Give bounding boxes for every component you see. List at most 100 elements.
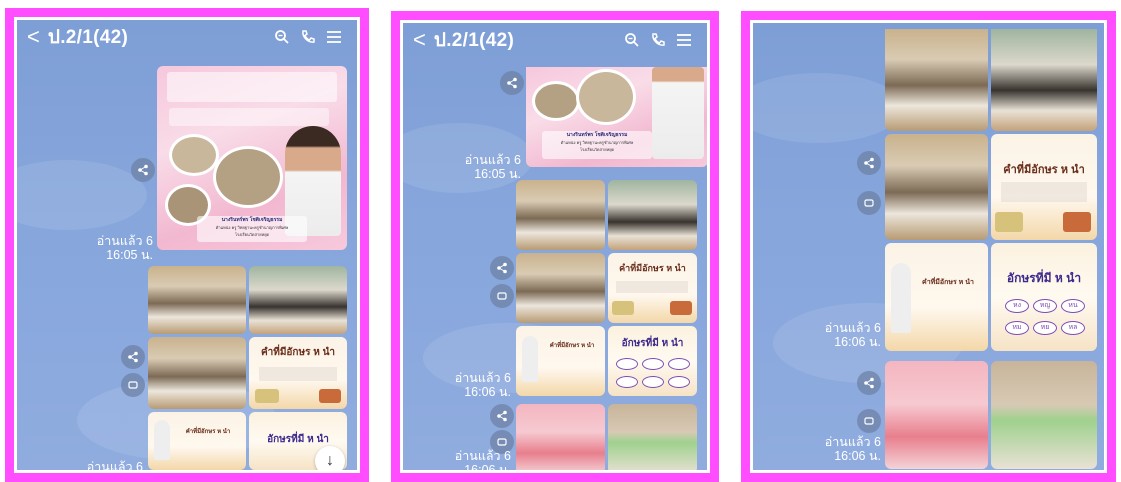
share-button[interactable] xyxy=(857,151,881,175)
chip-label: หม xyxy=(1012,324,1022,331)
phone-icon[interactable] xyxy=(645,27,671,53)
word-card-image[interactable]: คำที่มีอักษร ห นำ xyxy=(249,337,347,409)
photo-thumbnail[interactable] xyxy=(991,29,1097,131)
panel-1-border: < ป.2/1(42) นางรินทร์พร โชติเจริญธรรม ตำ… xyxy=(14,17,360,473)
letters-title: อักษรที่มี ห นำ xyxy=(267,434,329,445)
save-button[interactable] xyxy=(121,373,145,397)
back-button[interactable]: < xyxy=(27,26,40,48)
letters-card-image[interactable]: อักษรที่มี ห นำ xyxy=(608,326,697,396)
back-button[interactable]: < xyxy=(413,29,426,51)
chat-screen-3: คำที่มีอักษร ห นำ คำที่มีอักษร ห นำ อักษ… xyxy=(753,23,1104,470)
read-receipt: อ่านแล้ว 6 16:06 น. xyxy=(445,449,511,470)
sent-time-label: 16:06 น. xyxy=(834,335,881,349)
card-title: คำที่มีอักษร ห นำ xyxy=(922,279,974,286)
share-button[interactable] xyxy=(490,404,514,428)
word-card-image[interactable]: คำที่มีอักษร ห นำ xyxy=(148,412,246,470)
search-icon[interactable] xyxy=(619,27,645,53)
photo-thumbnail[interactable] xyxy=(885,361,988,469)
letter-chip: หง xyxy=(1005,299,1029,313)
teacher-name: นางรินทร์พร โชติเจริญธรรม xyxy=(221,217,283,223)
save-button[interactable] xyxy=(490,284,514,308)
read-receipt: อ่านแล้ว 6 16:05 น. xyxy=(87,234,153,262)
read-count-label: อ่านแล้ว 6 xyxy=(454,449,511,463)
card-title: คำที่มีอักษร ห นำ xyxy=(1003,164,1085,176)
word-card-image[interactable]: คำที่มีอักษร ห นำ xyxy=(885,243,988,351)
read-count-label: อ่านแล้ว 6 xyxy=(96,234,153,248)
read-count-label: อ่านแล้ว 6 xyxy=(824,321,881,335)
photo-thumbnail[interactable] xyxy=(885,29,988,131)
letter-chip: หน xyxy=(1061,299,1085,313)
letters-title: อักษรที่มี ห นำ xyxy=(621,338,684,349)
arrow-down-icon: ↓ xyxy=(326,452,334,469)
read-count-label: อ่านแล้ว 6 xyxy=(454,371,511,385)
poster-image[interactable]: นางรินทร์พร โชติเจริญธรรม ตำแหน่ง ครู วิ… xyxy=(157,66,347,250)
photo-thumbnail[interactable] xyxy=(516,404,605,470)
save-button[interactable] xyxy=(857,409,881,433)
share-button[interactable] xyxy=(500,71,524,95)
read-receipt: อ่านแล้ว 6 16:05 น. xyxy=(455,153,521,181)
card-title: คำที่มีอักษร ห นำ xyxy=(619,263,686,273)
share-button[interactable] xyxy=(490,256,514,280)
letter-chip xyxy=(642,376,664,388)
phone-icon[interactable] xyxy=(295,24,321,50)
teacher-role: ตำแหน่ง ครู วิทยฐานะครูชำนาญการพิเศษ xyxy=(215,225,289,230)
read-count-label: อ่านแล้ว 6 xyxy=(86,460,143,470)
school-name: โรงเรียนวัดสายหยุด xyxy=(234,232,270,237)
panel-3-border: คำที่มีอักษร ห นำ คำที่มีอักษร ห นำ อักษ… xyxy=(750,20,1107,473)
photo-thumbnail[interactable] xyxy=(991,361,1097,469)
screenshot-panel-1: < ป.2/1(42) นางรินทร์พร โชติเจริญธรรม ตำ… xyxy=(5,8,369,482)
photo-thumbnail[interactable] xyxy=(885,134,988,240)
read-receipt: อ่านแล้ว 6 16:06 น. xyxy=(807,435,881,463)
letter-chip: หย xyxy=(1033,321,1057,335)
letter-chip: หม xyxy=(1005,321,1029,335)
chip-label: หง xyxy=(1012,302,1022,309)
screenshot-panel-3: คำที่มีอักษร ห นำ คำที่มีอักษร ห นำ อักษ… xyxy=(741,11,1116,482)
letter-chip xyxy=(616,376,638,388)
photo-thumbnail[interactable] xyxy=(148,266,246,334)
sent-time-label: 16:05 น. xyxy=(106,248,153,262)
chat-header: < ป.2/1(42) xyxy=(403,23,707,57)
screenshot-panel-2: < ป.2/1(42) นางรินทร์พร โชติเจริญธรรม ตำ… xyxy=(391,11,719,482)
sent-time-label: 16:06 น. xyxy=(464,463,511,470)
letter-chip: หล xyxy=(1061,321,1085,335)
photo-thumbnail[interactable] xyxy=(608,404,697,470)
panel-2-border: < ป.2/1(42) นางรินทร์พร โชติเจริญธรรม ตำ… xyxy=(400,20,710,473)
word-card-image[interactable]: คำที่มีอักษร ห นำ xyxy=(516,326,605,396)
chat-header: < ป.2/1(42) xyxy=(17,20,357,54)
chat-title: ป.2/1(42) xyxy=(433,30,515,51)
letter-chip xyxy=(668,376,690,388)
photo-thumbnail[interactable] xyxy=(148,337,246,409)
letters-title: อักษรที่มี ห นำ xyxy=(1006,271,1082,285)
school-name: โรงเรียนวัดสายหยุด xyxy=(579,147,615,152)
letter-chip xyxy=(616,358,638,370)
chip-label: หน xyxy=(1068,302,1078,309)
chip-label: หล xyxy=(1068,324,1078,331)
word-card-image[interactable]: คำที่มีอักษร ห นำ xyxy=(608,253,697,323)
menu-icon[interactable] xyxy=(671,27,697,53)
read-receipt: อ่านแล้ว 6 xyxy=(77,460,143,470)
share-button[interactable] xyxy=(857,371,881,395)
sent-time-label: 16:06 น. xyxy=(464,385,511,399)
photo-thumbnail[interactable] xyxy=(516,253,605,323)
card-title: คำที่มีอักษร ห นำ xyxy=(549,343,595,349)
save-button[interactable] xyxy=(857,191,881,215)
read-count-label: อ่านแล้ว 6 xyxy=(464,153,521,167)
letters-card-image[interactable]: อักษรที่มี ห นำ หง หญ หน หม หย หล xyxy=(991,243,1097,351)
read-receipt: อ่านแล้ว 6 16:06 น. xyxy=(807,321,881,349)
poster-image[interactable]: นางรินทร์พร โชติเจริญธรรม ตำแหน่ง ครู วิ… xyxy=(526,67,707,167)
photo-thumbnail[interactable] xyxy=(516,180,605,250)
sent-time-label: 16:06 น. xyxy=(834,449,881,463)
share-button[interactable] xyxy=(131,158,155,182)
scroll-down-button[interactable]: ↓ xyxy=(315,446,345,470)
card-title: คำที่มีอักษร ห นำ xyxy=(185,429,231,435)
chat-screen-1: < ป.2/1(42) นางรินทร์พร โชติเจริญธรรม ตำ… xyxy=(17,20,357,470)
share-button[interactable] xyxy=(121,345,145,369)
word-card-image[interactable]: คำที่มีอักษร ห นำ xyxy=(991,134,1097,240)
menu-icon[interactable] xyxy=(321,24,347,50)
card-title: คำที่มีอักษร ห นำ xyxy=(260,347,336,358)
read-receipt: อ่านแล้ว 6 16:06 น. xyxy=(445,371,511,399)
photo-thumbnail[interactable] xyxy=(249,266,347,334)
search-icon[interactable] xyxy=(269,24,295,50)
letter-chip: หญ xyxy=(1033,299,1057,313)
photo-thumbnail[interactable] xyxy=(608,180,697,250)
